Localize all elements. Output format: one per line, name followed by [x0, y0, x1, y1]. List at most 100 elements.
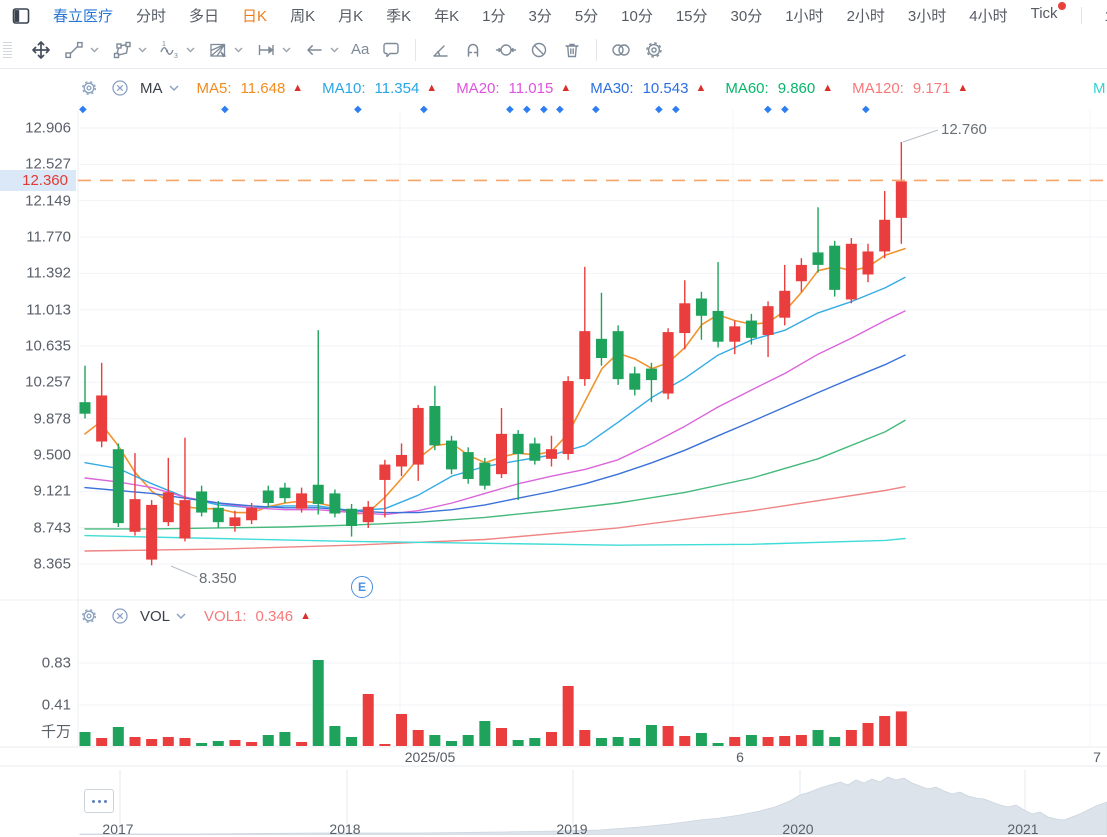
navigator-more-button[interactable] [84, 789, 114, 813]
tab-1小时[interactable]: 1小时 [785, 5, 823, 26]
candle-body [829, 245, 841, 290]
compare-circles-tool-icon[interactable] [610, 39, 632, 61]
extend-line-tool-icon[interactable] [255, 39, 277, 61]
up-arrow-icon: ▲ [300, 610, 311, 622]
y-axis-label: 11.392 [26, 264, 71, 282]
chevron-down-icon[interactable] [328, 39, 340, 61]
event-marker-diamond-icon[interactable]: ◆ [420, 104, 428, 115]
candle-body [762, 306, 774, 335]
indicator-name[interactable]: MA [140, 80, 163, 97]
ma-value-MA5: MA5: 11.648 ▲ [196, 79, 304, 97]
settings-gear-icon[interactable] [643, 39, 665, 61]
volume-bar [146, 739, 158, 746]
move-tool-icon[interactable] [30, 39, 52, 61]
event-marker-diamond-icon[interactable]: ◆ [506, 104, 514, 115]
tab-1分[interactable]: 1分 [482, 5, 505, 26]
volume-bar [446, 741, 458, 746]
candle-body [745, 320, 757, 338]
candle-body [446, 440, 458, 470]
volume-bar [629, 738, 641, 746]
y-axis-label: 9.500 [33, 446, 71, 464]
candle-body [479, 462, 491, 486]
event-marker-diamond-icon[interactable]: ◆ [655, 104, 663, 115]
tab-30分[interactable]: 30分 [731, 5, 763, 26]
event-marker-diamond-icon[interactable]: ◆ [862, 104, 870, 115]
grip-handle[interactable] [3, 41, 12, 58]
event-marker-diamond-icon[interactable]: ◆ [221, 104, 229, 115]
ma-line-MA60 [84, 419, 906, 530]
candle-body [629, 373, 641, 390]
tab-分时[interactable]: 分时 [136, 5, 166, 26]
volume-bar [296, 742, 308, 746]
tab-多日[interactable]: 多日 [189, 5, 219, 26]
tab-Tick[interactable]: Tick [1031, 2, 1066, 26]
event-marker-diamond-icon[interactable]: ◆ [354, 104, 362, 115]
event-marker-diamond-icon[interactable]: ◆ [523, 104, 531, 115]
chevron-down-icon[interactable] [280, 39, 292, 61]
trash-tool-icon[interactable] [561, 39, 583, 61]
event-marker-diamond-icon[interactable]: ◆ [764, 104, 772, 115]
tab-季K[interactable]: 季K [386, 5, 411, 26]
volume-bar [379, 744, 391, 746]
event-marker-diamond-icon[interactable]: ◆ [781, 104, 789, 115]
tab-4小时[interactable]: 4小时 [969, 5, 1007, 26]
continuous-draw-tool-icon[interactable] [495, 39, 517, 61]
event-marker-diamond-icon[interactable]: ◆ [592, 104, 600, 115]
panel-layout-icon[interactable] [12, 7, 30, 25]
chevron-down-icon[interactable] [136, 39, 148, 61]
up-arrow-icon: ▲ [695, 82, 707, 94]
tab-3分[interactable]: 3分 [528, 5, 551, 26]
candle-body [645, 368, 657, 381]
tab-月K[interactable]: 月K [338, 5, 363, 26]
polyline-tool-icon[interactable] [111, 39, 133, 61]
tab-2小时[interactable]: 2小时 [847, 5, 885, 26]
magnet-tool-icon[interactable] [462, 39, 484, 61]
low-price-annotation: 8.350 [199, 570, 237, 587]
trend-line-tool-icon[interactable] [63, 39, 85, 61]
indicator-settings-icon[interactable] [78, 77, 100, 99]
ma-line-MA30 [84, 354, 906, 514]
candle-body [529, 443, 541, 461]
indicator-settings-icon[interactable] [78, 605, 100, 627]
volume-bar [329, 726, 341, 746]
gridlines [0, 110, 1107, 835]
gann-box-tool-icon[interactable] [207, 39, 229, 61]
chevron-down-icon[interactable] [232, 39, 244, 61]
stock-name[interactable]: 春立医疗 [53, 5, 113, 26]
up-arrow-icon: ▲ [822, 82, 834, 94]
up-arrow-icon: ▲ [292, 82, 304, 94]
event-marker-diamond-icon[interactable]: ◆ [672, 104, 680, 115]
volume-bar [562, 686, 574, 746]
tab-5分[interactable]: 5分 [575, 5, 598, 26]
event-marker-diamond-icon[interactable]: ◆ [556, 104, 564, 115]
angle-tool-icon[interactable] [429, 39, 451, 61]
volume-bar [362, 694, 374, 746]
arrow-left-tool-icon[interactable] [303, 39, 325, 61]
indicator-close-icon[interactable] [109, 605, 131, 627]
tab-3小时[interactable]: 3小时 [908, 5, 946, 26]
chevron-down-icon[interactable] [88, 39, 100, 61]
event-marker-diamond-icon[interactable]: ◆ [79, 104, 87, 115]
no-draw-tool-icon[interactable] [528, 39, 550, 61]
indicator-name[interactable]: VOL [140, 608, 170, 625]
navigator-minimap-area[interactable] [79, 776, 1107, 835]
tab-周K[interactable]: 周K [290, 5, 315, 26]
earnings-event-badge[interactable]: E [351, 576, 373, 598]
text-tool-icon[interactable]: Aa [351, 41, 369, 58]
chevron-down-icon[interactable] [184, 39, 196, 61]
event-marker-diamond-icon[interactable]: ◆ [540, 104, 548, 115]
chevron-down-icon[interactable] [175, 605, 187, 627]
wave-tool-icon[interactable]: 13 [159, 39, 181, 61]
chevron-down-icon[interactable] [168, 77, 180, 99]
candle-body [179, 500, 191, 539]
tab-年K[interactable]: 年K [434, 5, 459, 26]
tab-日K[interactable]: 日K [242, 5, 267, 26]
timeframe-tabs: 分时 多日 日K 周K 月K 季K 年K 1分 3分 5分 10分 15分 30分 1小时 2小时 3小时 4小… [136, 2, 1066, 26]
volume-bar [429, 735, 441, 746]
indicator-close-icon[interactable] [109, 77, 131, 99]
tab-10分[interactable]: 10分 [621, 5, 653, 26]
tab-15分[interactable]: 15分 [676, 5, 708, 26]
candles [79, 142, 907, 566]
volume-bar [845, 730, 857, 746]
comment-tool-icon[interactable] [380, 39, 402, 61]
